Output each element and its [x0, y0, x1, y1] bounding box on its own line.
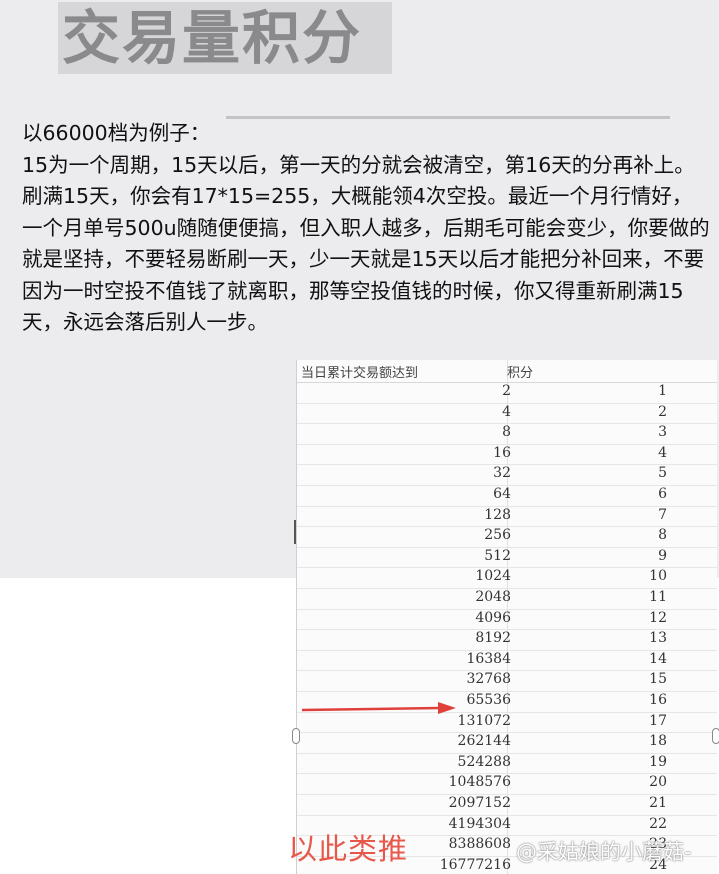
- cell-points: 21: [649, 795, 667, 811]
- table-row: 1048576 20: [297, 773, 717, 795]
- cell-amount: 262144: [457, 733, 511, 750]
- cell-points: 1: [658, 383, 667, 399]
- cell-amount: 8388608: [448, 836, 511, 853]
- cell-amount: 32: [493, 465, 511, 482]
- table-row: 1024 10: [297, 567, 717, 589]
- cell-amount: 8: [502, 424, 511, 441]
- cell-amount: 4096: [475, 609, 511, 626]
- cell-amount: 1048576: [448, 774, 511, 791]
- cell-amount: 2097152: [448, 795, 511, 811]
- table-row: 128 7: [297, 506, 717, 528]
- watermark: @采姑娘的小蘑菇-: [516, 840, 692, 864]
- cell-points: 22: [649, 815, 667, 832]
- table-row: 256 8: [297, 526, 717, 548]
- cell-points: 13: [649, 630, 667, 647]
- cell-points: 9: [658, 547, 667, 564]
- cell-amount: 512: [484, 547, 511, 564]
- table-row: 262144 18: [297, 732, 717, 754]
- table-header: 当日累计交易额达到 积分: [297, 360, 717, 383]
- arrow-shaft: [301, 706, 441, 712]
- header-points: 积分: [507, 366, 534, 381]
- cell-points: 15: [649, 671, 667, 688]
- table-row: 42: [297, 403, 717, 425]
- cell-points: 4: [658, 444, 667, 461]
- cell-amount: 32768: [466, 671, 511, 688]
- table-row: 8192 13: [297, 629, 717, 651]
- cell-points: 20: [649, 774, 667, 791]
- cell-points: 10: [649, 568, 667, 585]
- cell-amount: 16384: [466, 650, 511, 667]
- table-row: 2097152 21: [297, 794, 717, 816]
- cell-amount: 524288: [457, 753, 511, 770]
- table-row: 524288 19: [297, 753, 717, 775]
- cell-amount: 2048: [475, 589, 511, 605]
- cell-points: 3: [658, 424, 667, 441]
- cell-points: 18: [649, 733, 667, 750]
- slide-paragraph: 以66000档为例子： 15为一个周期，15天以后，第一天的分就会被清空，第16…: [22, 121, 710, 334]
- cell-amount: 64: [493, 486, 511, 502]
- table-row: 16384 14: [297, 650, 717, 672]
- cell-amount: 16: [493, 444, 511, 461]
- cell-points: 17: [649, 712, 667, 729]
- annotation-text: 以此类推: [288, 832, 409, 866]
- cell-amount: 2: [502, 383, 511, 399]
- cell-points: 6: [658, 486, 667, 502]
- cell-points: 7: [658, 506, 667, 523]
- table-row: 512 9: [297, 547, 717, 569]
- header-amount: 当日累计交易额达到: [301, 366, 419, 381]
- cell-points: 11: [649, 589, 667, 605]
- cell-amount: 256: [484, 527, 511, 544]
- table-row: 4096 12: [297, 609, 717, 631]
- cell-points: 12: [649, 609, 667, 626]
- arrow-head: [438, 702, 456, 714]
- cell-points: 5: [658, 465, 667, 482]
- cell-points: 16: [649, 692, 667, 708]
- cell-amount: 4194304: [448, 815, 511, 832]
- arrow-icon: [301, 702, 456, 714]
- table-row: 2048 11: [297, 588, 717, 610]
- cell-points: 2: [658, 403, 667, 420]
- cell-amount: 128: [484, 506, 511, 523]
- resize-handle-right[interactable]: [712, 728, 719, 744]
- resize-handle-left[interactable]: [292, 728, 300, 744]
- cell-amount: 131072: [457, 712, 511, 729]
- cell-amount: 1024: [475, 568, 511, 585]
- table-row: 64 6: [297, 485, 717, 507]
- table-row: 83: [297, 423, 717, 445]
- cell-amount: 16777216: [439, 856, 511, 873]
- spreadsheet-screenshot: 当日累计交易额达到 积分 2 1 4 2 8 3 16 4 32 5 64 6 128 7 256 8 512 9…: [296, 360, 717, 874]
- table-row: 16 4: [297, 444, 717, 466]
- cell-amount: 4: [502, 403, 511, 420]
- cell-points: 8: [658, 527, 667, 544]
- table-row: 32 5: [297, 464, 717, 486]
- cell-amount: 8192: [475, 630, 511, 647]
- cell-points: 14: [649, 650, 667, 667]
- table-row: 21: [297, 382, 717, 404]
- cell-points: 19: [649, 753, 667, 770]
- table-row: 32768 15: [297, 670, 717, 692]
- slide-title: 交易量积分: [58, 2, 392, 74]
- cell-amount: 65536: [466, 692, 511, 708]
